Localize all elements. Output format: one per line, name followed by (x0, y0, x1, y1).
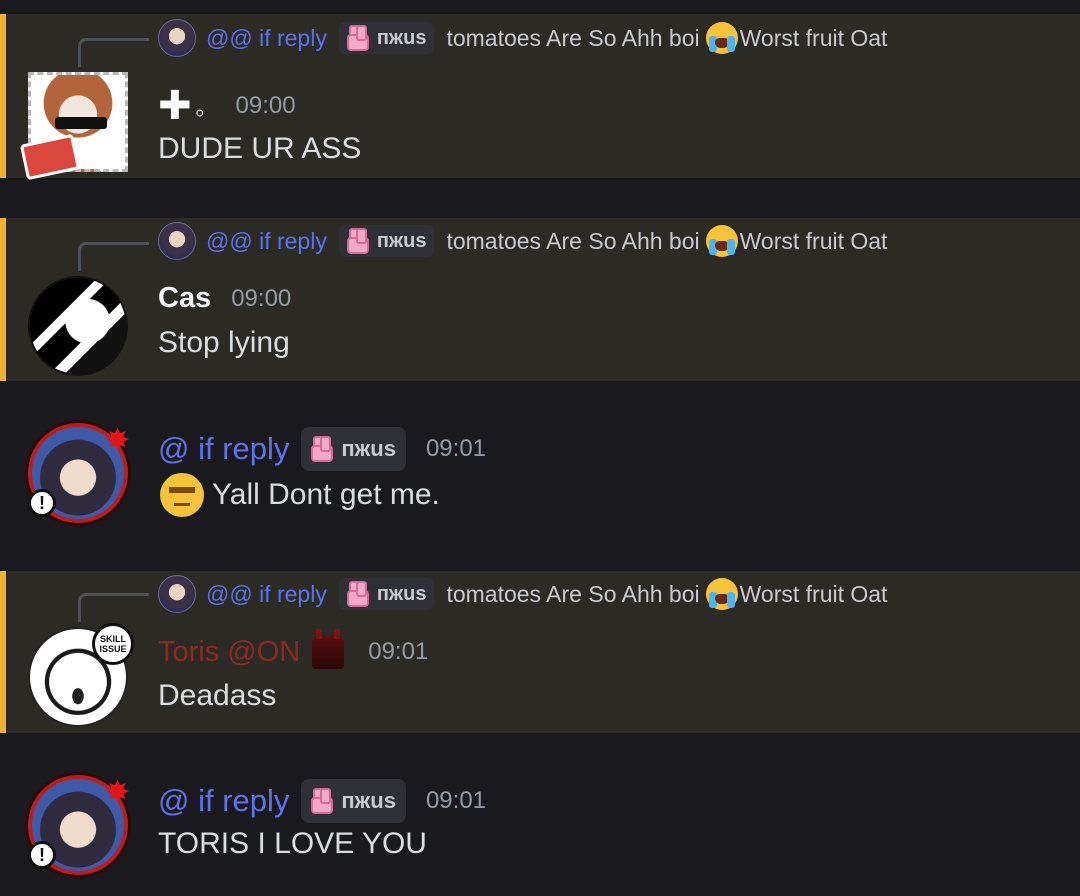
user-tag[interactable]: пжus (301, 779, 406, 823)
demon-badge-icon (312, 629, 345, 669)
sunglasses-icon (55, 117, 107, 129)
reply-text-end: Worst fruit Oat (739, 227, 888, 254)
bunny-icon (345, 228, 371, 254)
message-text: DUDE UR ASS (158, 132, 362, 165)
bunny-icon (345, 25, 371, 51)
reply-text: tomatoes Are So Ahh boi (446, 227, 700, 254)
reply-avatar[interactable] (158, 575, 196, 613)
tag-label: пжus (376, 229, 427, 252)
tag-label: пжus (341, 436, 396, 461)
reply-avatar[interactable] (158, 19, 196, 57)
tag-label: пжus (376, 582, 427, 605)
message-item[interactable]: ✸ ! @ if reply пжus 09:01 Yall Dont get … (0, 381, 1080, 571)
message-content: Yall Dont get me. (158, 473, 440, 517)
reply-text-end: Worst fruit Oat (739, 24, 888, 51)
author-name-suffix[interactable]: 。 (196, 90, 218, 122)
bunny-icon (309, 788, 335, 814)
skill-issue-badge: SKILL ISSUE (92, 623, 134, 665)
author-name[interactable]: @ if reply (158, 783, 289, 819)
user-tag: пжus (338, 578, 435, 610)
avatar[interactable]: ✸ ! (28, 775, 130, 875)
message-item[interactable]: @@ if reply пжus tomatoes Are So Ahh boi… (0, 14, 1080, 181)
reply-connector (78, 242, 149, 271)
loudly-crying-face-icon (705, 22, 738, 54)
reply-author[interactable]: @@ if reply (206, 25, 327, 52)
message-header: Cas 09:00 (158, 282, 291, 315)
bunny-icon (345, 581, 371, 607)
alert-icon: ! (28, 841, 56, 869)
reply-text-end: Worst fruit Oat (739, 580, 888, 607)
anger-symbol-icon: ✸ (104, 776, 130, 809)
avatar[interactable]: SKILL ISSUE (28, 623, 134, 727)
loudly-crying-face-icon (705, 225, 738, 257)
author-name[interactable]: ✚ (158, 86, 192, 126)
user-tag[interactable]: пжus (301, 427, 406, 471)
loudly-crying-face-icon (705, 578, 738, 610)
author-name[interactable]: Cas (158, 282, 211, 315)
message-item[interactable]: ✸ ! @ if reply пжus 09:01 TORIS I LOVE Y… (0, 733, 1080, 896)
reply-preview[interactable]: @@ if reply пжus tomatoes Are So Ahh boi… (158, 222, 888, 260)
reply-text: tomatoes Are So Ahh boi (446, 580, 700, 607)
anger-symbol-icon: ✸ (104, 424, 130, 457)
reply-text: tomatoes Are So Ahh boi (446, 24, 700, 51)
message-header: @ if reply пжus 09:01 (158, 427, 486, 471)
author-name[interactable]: Toris @ON (158, 636, 300, 669)
user-tag: пжus (338, 225, 435, 257)
message-content: Deadass (158, 679, 276, 713)
reply-connector (78, 38, 149, 67)
reply-preview[interactable]: @@ if reply пжus tomatoes Are So Ahh boi… (158, 19, 888, 57)
avatar[interactable] (28, 276, 128, 376)
message-item[interactable]: @@ if reply пжus tomatoes Are So Ahh boi… (0, 571, 1080, 733)
message-content: DUDE UR ASS (158, 132, 361, 166)
avatar[interactable]: ✸ ! (28, 423, 130, 523)
message-header: @ if reply пжus 09:01 (158, 779, 486, 823)
unamused-face-icon (160, 473, 204, 517)
alert-icon: ! (28, 489, 56, 517)
timestamp[interactable]: 09:00 (231, 285, 291, 313)
message-header: Toris @ON 09:01 (158, 629, 428, 669)
tag-label: пжus (341, 788, 396, 813)
reply-connector (78, 593, 149, 622)
message-text: TORIS I LOVE YOU (158, 827, 427, 860)
reply-author[interactable]: @@ if reply (206, 228, 327, 255)
message-text: Stop lying (158, 326, 290, 359)
tag-label: пжus (376, 26, 427, 49)
avatar[interactable] (19, 72, 128, 181)
message-content: TORIS I LOVE YOU (158, 827, 427, 861)
reply-author[interactable]: @@ if reply (206, 581, 327, 608)
message-text: Yall Dont get me. (212, 478, 440, 511)
reply-avatar[interactable] (158, 222, 196, 260)
timestamp[interactable]: 09:01 (426, 435, 486, 463)
message-header: ✚ 。 09:00 (158, 86, 296, 126)
message-item[interactable]: @@ if reply пжus tomatoes Are So Ahh boi… (0, 218, 1080, 381)
author-name[interactable]: @ if reply (158, 431, 289, 467)
timestamp[interactable]: 09:01 (426, 787, 486, 815)
timestamp[interactable]: 09:01 (368, 638, 428, 666)
bunny-icon (309, 436, 335, 462)
cassette-tape-icon (19, 133, 81, 181)
user-tag: пжus (338, 22, 435, 54)
timestamp[interactable]: 09:00 (236, 92, 296, 120)
message-text: Deadass (158, 679, 277, 712)
message-content: Stop lying (158, 326, 290, 360)
reply-preview[interactable]: @@ if reply пжus tomatoes Are So Ahh boi… (158, 575, 888, 613)
